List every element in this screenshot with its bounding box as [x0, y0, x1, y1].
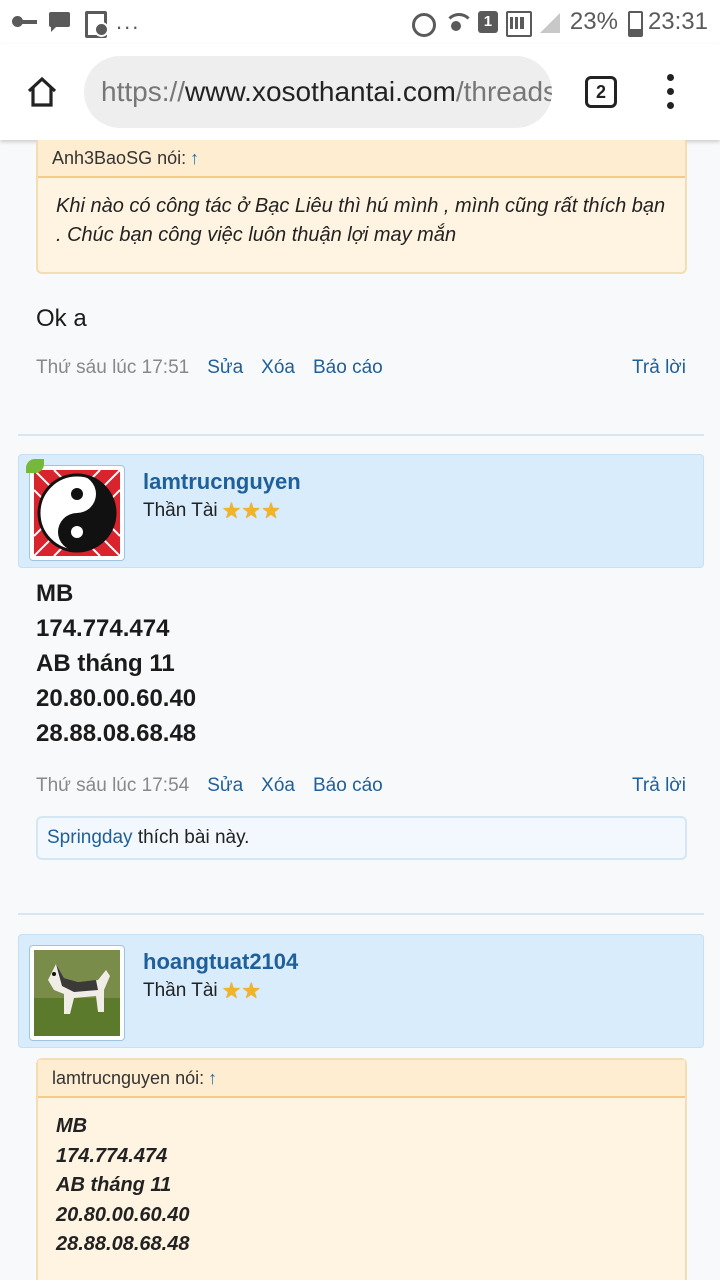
- notification-overflow: ...: [116, 9, 141, 34]
- star-icon: ★: [221, 978, 242, 1003]
- reply-link[interactable]: Trả lời: [632, 775, 686, 797]
- rank-stars: ★ ★: [221, 978, 262, 1003]
- home-button[interactable]: [0, 44, 84, 140]
- edit-link[interactable]: Sửa: [207, 357, 243, 379]
- alarm-icon: [410, 11, 436, 37]
- quote-jump-arrow[interactable]: ↑: [190, 148, 199, 168]
- clock: 23:31: [647, 8, 708, 35]
- home-icon: [27, 76, 57, 107]
- reply-link[interactable]: Trả lời: [632, 357, 686, 379]
- quote-header: Anh3BaoSG nói: ↑: [38, 140, 685, 178]
- message-line: 28.88.08.68.48: [36, 720, 197, 747]
- signal-secondary-icon: [538, 11, 562, 33]
- quote-line: 174.774.474: [56, 1144, 168, 1167]
- key-icon: [12, 15, 38, 29]
- url-host: www.xosothantai.com: [185, 76, 456, 107]
- url-bar[interactable]: https://www.xosothantai.com/threads/: [84, 56, 552, 128]
- signal-icon: [505, 11, 532, 37]
- yin-yang-icon: [34, 470, 120, 556]
- like-text: thích bài này.: [132, 827, 250, 848]
- report-link[interactable]: Báo cáo: [313, 357, 383, 379]
- user-title-text: Thần Tài: [143, 980, 218, 1001]
- quote-block: Anh3BaoSG nói: ↑ Khi nào có công tác ở Bạ…: [36, 140, 687, 274]
- user-info-card: lamtrucnguyen Thần Tài ★ ★ ★: [18, 454, 704, 568]
- quote-jump-arrow[interactable]: ↑: [208, 1068, 217, 1088]
- avatar-image: [34, 950, 120, 1036]
- user-title-text: Thần Tài: [143, 500, 218, 521]
- like-summary: Springday thích bài này.: [36, 816, 687, 860]
- user-title: Thần Tài ★ ★: [143, 980, 261, 1002]
- delete-link[interactable]: Xóa: [261, 357, 295, 379]
- message-line: 174.774.474: [36, 615, 170, 642]
- post-divider: [18, 434, 704, 436]
- user-title: Thần Tài ★ ★ ★: [143, 500, 281, 522]
- status-right: 1 23% 23:31: [410, 8, 708, 37]
- dog-photo-icon: [34, 950, 120, 1036]
- tab-switcher-button[interactable]: 2: [585, 76, 617, 108]
- post-meta: Thứ sáu lúc 17:51 Sửa Xóa Báo cáo Trả lờ…: [36, 357, 686, 379]
- quote-line: 28.88.08.68.48: [56, 1233, 190, 1255]
- battery-percent: 23%: [569, 8, 618, 35]
- quote-text: MB 174.774.474 AB tháng 11 20.80.00.60.4…: [38, 1098, 685, 1274]
- liker-link[interactable]: Springday: [47, 827, 133, 848]
- avatar-image: [34, 470, 120, 556]
- message-line: 20.80.00.60.40: [36, 685, 197, 712]
- post-divider: [18, 913, 704, 915]
- edit-link[interactable]: Sửa: [207, 775, 243, 797]
- user-info-card: hoangtuat2104 Thần Tài ★ ★: [18, 934, 704, 1048]
- quote-line: 20.80.00.60.40: [56, 1203, 190, 1226]
- wifi-icon: [442, 11, 474, 33]
- username[interactable]: lamtrucnguyen: [143, 469, 301, 495]
- post-date[interactable]: Thứ sáu lúc 17:51: [36, 357, 189, 379]
- star-icon: ★: [241, 978, 262, 1003]
- post-date[interactable]: Thứ sáu lúc 17:54: [36, 775, 189, 797]
- message-line: AB tháng 11: [36, 650, 175, 677]
- message-text: MB 174.774.474 AB tháng 11 20.80.00.60.4…: [36, 576, 196, 751]
- document-icon: [82, 11, 109, 38]
- message-text: Ok a: [36, 305, 87, 332]
- quote-line: AB tháng 11: [56, 1174, 172, 1196]
- url-scheme: https://: [101, 76, 186, 107]
- browser-toolbar: https://www.xosothantai.com/threads/ 2: [0, 44, 720, 140]
- delete-link[interactable]: Xóa: [261, 775, 295, 797]
- quote-text: Khi nào có công tác ở Bạc Liêu thì hú mì…: [56, 195, 666, 246]
- battery-icon: [626, 11, 643, 37]
- quote-header: lamtrucnguyen nói: ↑: [38, 1060, 685, 1098]
- star-icon: ★: [221, 498, 242, 523]
- rank-stars: ★ ★ ★: [221, 498, 281, 523]
- quote-line: MB: [56, 1115, 88, 1137]
- star-icon: ★: [261, 498, 281, 523]
- avatar[interactable]: [29, 945, 125, 1041]
- star-icon: ★: [241, 498, 262, 523]
- quote-author[interactable]: Anh3BaoSG nói:: [52, 148, 186, 168]
- overflow-menu-button[interactable]: [660, 74, 682, 110]
- message-line: MB: [36, 580, 74, 607]
- status-bar: ... 1 23% 23:31: [0, 0, 720, 44]
- url-path: /threads/: [455, 76, 552, 107]
- quote-block: lamtrucnguyen nói: ↑ MB 174.774.474 AB th…: [36, 1058, 687, 1280]
- status-left: ...: [12, 9, 141, 38]
- username[interactable]: hoangtuat2104: [143, 949, 298, 975]
- message-icon: [48, 11, 72, 33]
- thread-content: Anh3BaoSG nói: ↑ Khi nào có công tác ở Bạ…: [0, 140, 720, 1280]
- post-meta: Thứ sáu lúc 17:54 Sửa Xóa Báo cáo Trả lờ…: [36, 775, 686, 797]
- avatar[interactable]: [29, 465, 125, 561]
- report-link[interactable]: Báo cáo: [313, 775, 383, 797]
- quote-author[interactable]: lamtrucnguyen nói:: [52, 1068, 204, 1088]
- sim-badge: 1: [477, 11, 498, 33]
